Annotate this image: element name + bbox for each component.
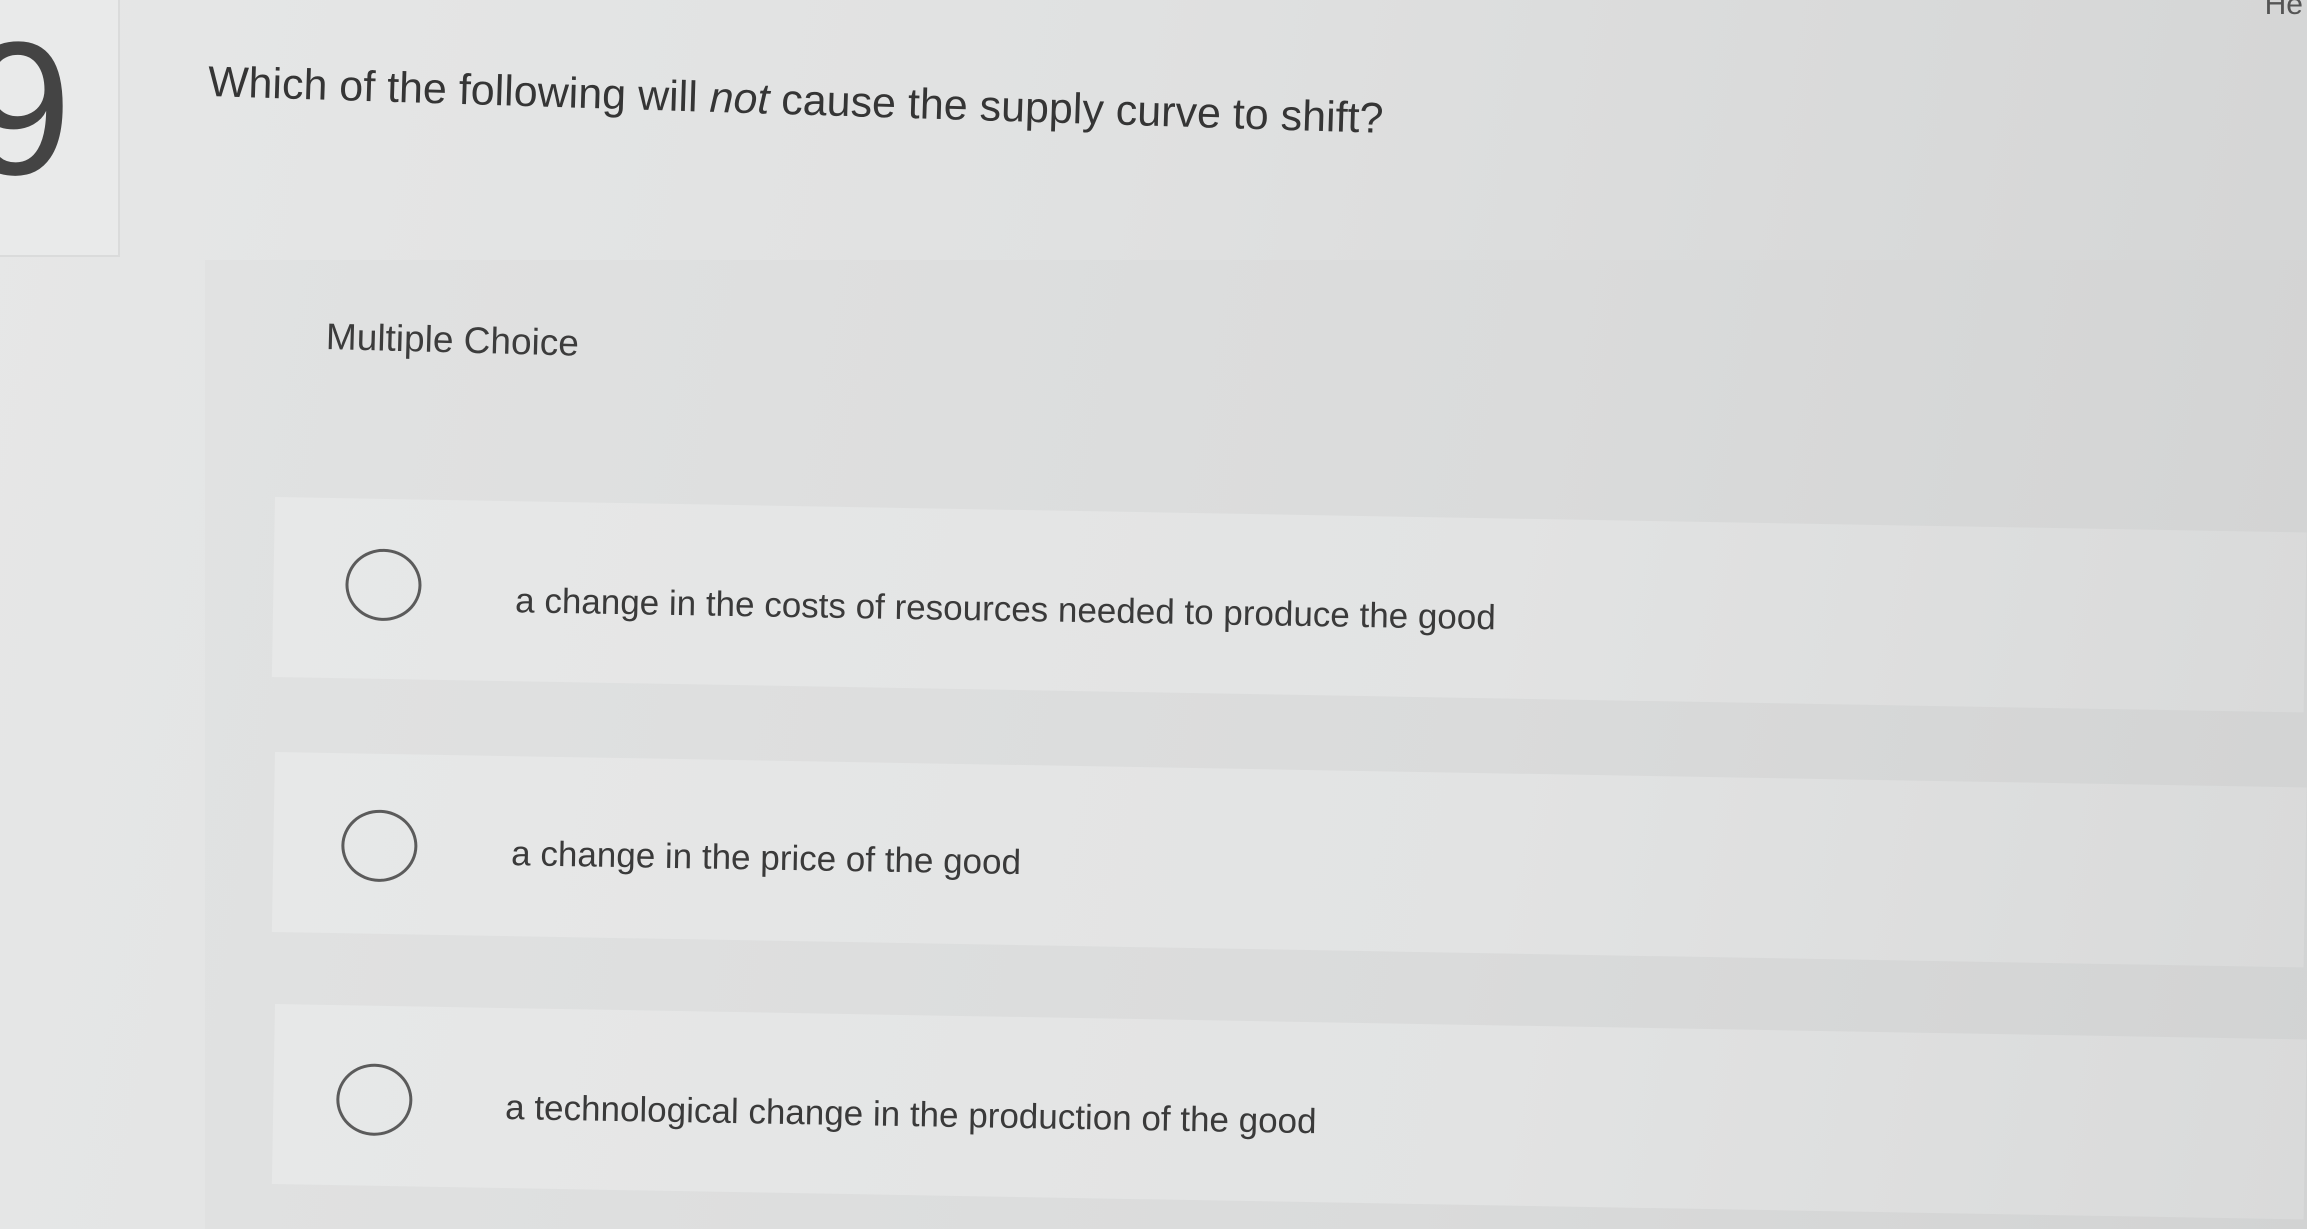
question-text: Which of the following will not cause th… [207, 58, 1384, 144]
choice-label-3: a technological change in the production… [504, 1088, 1317, 1142]
choice-radio-1[interactable] [344, 548, 423, 622]
choice-radio-3[interactable] [335, 1063, 413, 1137]
question-number: 9 [0, 14, 72, 204]
question-text-before: Which of the following will [207, 58, 711, 122]
question-number-panel: 9 [0, 0, 120, 257]
choice-radio-2[interactable] [340, 809, 419, 883]
choice-label-2: a change in the price of the good [510, 834, 1022, 883]
choice-option-3[interactable]: a technological change in the production… [271, 1004, 2307, 1220]
right-edge-label: He [2264, 0, 2303, 21]
choice-option-2[interactable]: a change in the price of the good [271, 752, 2307, 968]
choice-option-1[interactable]: a change in the costs of resources neede… [271, 497, 2307, 713]
question-text-after: cause the supply curve to shift? [768, 75, 1385, 143]
question-text-emphasis: not [708, 73, 771, 124]
answer-type-label: Multiple Choice [325, 316, 580, 364]
choice-label-1: a change in the costs of resources neede… [514, 581, 1497, 638]
